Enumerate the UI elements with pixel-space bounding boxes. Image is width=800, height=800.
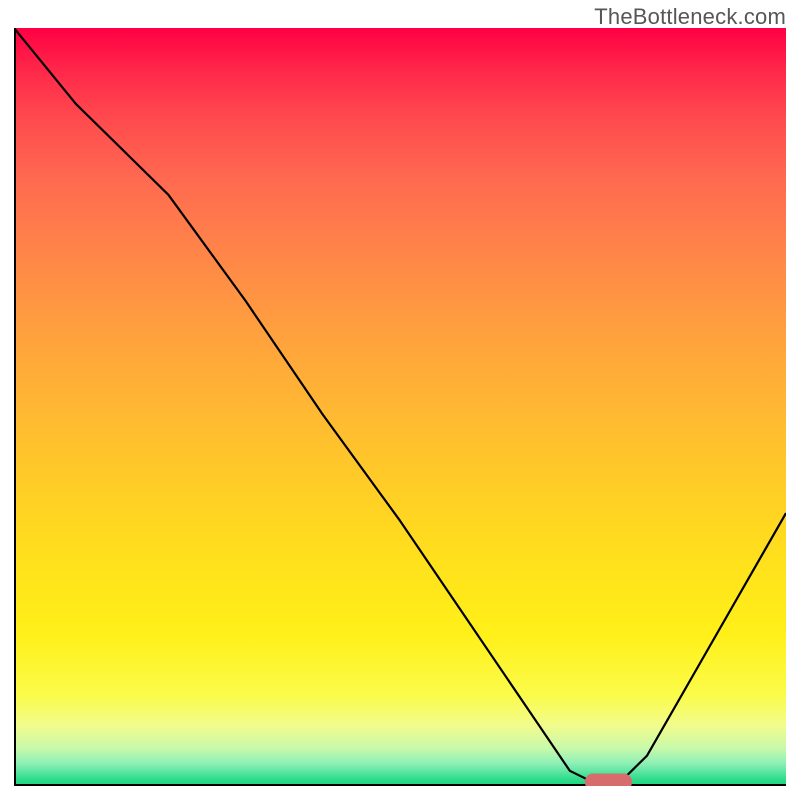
bottleneck-curve: [14, 28, 786, 786]
watermark-text: TheBottleneck.com: [594, 4, 786, 30]
minimum-marker: [585, 774, 631, 786]
chart-plot-area: [14, 28, 786, 786]
chart-svg: [14, 28, 786, 786]
